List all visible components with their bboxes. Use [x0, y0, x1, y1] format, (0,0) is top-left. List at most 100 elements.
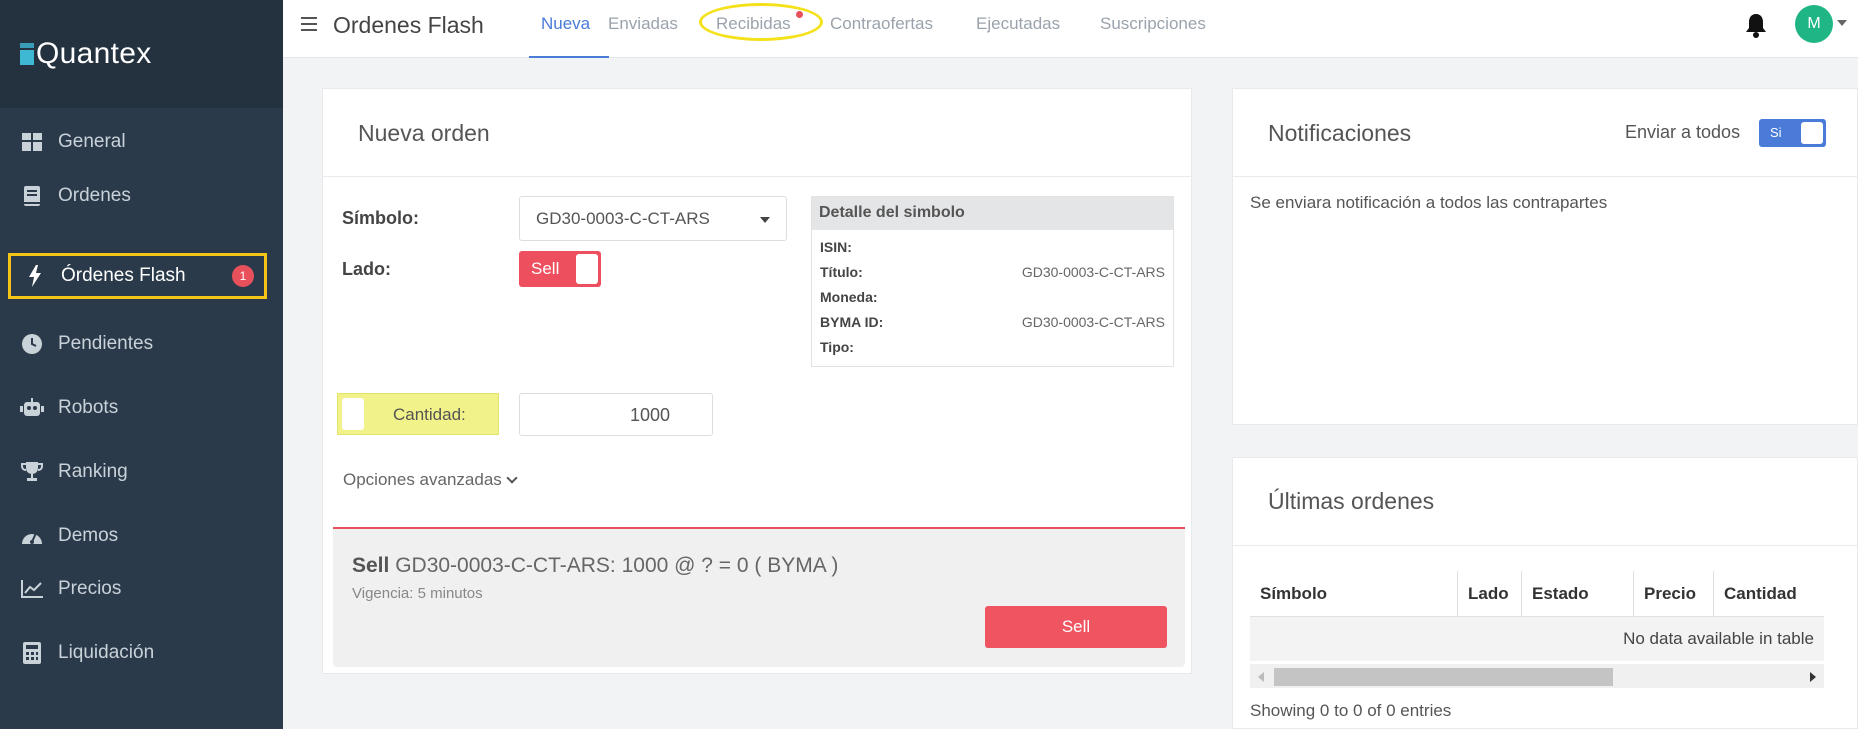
- column-header-cantidad[interactable]: Cantidad: [1714, 571, 1824, 617]
- tab-contraofertas[interactable]: Contraofertas: [830, 14, 933, 58]
- tab-recibidas[interactable]: Recibidas: [716, 14, 791, 58]
- vigencia-text: Vigencia: 5 minutos: [352, 585, 483, 602]
- card-title: Nueva orden: [358, 120, 490, 146]
- sidebar-item-demos[interactable]: Demos: [0, 510, 283, 562]
- column-header-precio[interactable]: Precio: [1634, 571, 1714, 617]
- detail-row: BYMA ID: GD30-0003-C-CT-ARS: [820, 314, 1165, 336]
- ultimas-ordenes-table: Símbolo Lado Estado Precio Cantidad No d…: [1250, 571, 1824, 661]
- sidebar-item-pendientes[interactable]: Pendientes: [0, 318, 283, 370]
- robot-icon: [20, 396, 44, 420]
- opciones-avanzadas-toggle[interactable]: Opciones avanzadas: [343, 470, 518, 490]
- notification-badge: 1: [232, 265, 254, 287]
- avatar[interactable]: M: [1795, 5, 1833, 43]
- cantidad-toggle[interactable]: Cantidad:: [337, 393, 499, 435]
- simbolo-label: Símbolo:: [342, 208, 419, 228]
- scroll-left-icon[interactable]: [1258, 672, 1264, 682]
- sidebar-item-label: Ranking: [58, 461, 128, 482]
- sidebar-item-general[interactable]: General: [0, 116, 283, 168]
- divider: [1233, 176, 1857, 177]
- detail-key: Tipo:: [820, 339, 854, 355]
- tab-enviadas[interactable]: Enviadas: [608, 14, 678, 58]
- detail-value: GD30-0003-C-CT-ARS: [1021, 264, 1165, 280]
- chevron-down-icon[interactable]: [1837, 20, 1847, 26]
- sidebar: Quantex General Ordenes Órdenes Flash 1 …: [0, 0, 283, 729]
- sidebar-item-label: Precios: [58, 578, 122, 599]
- notificacion-message: Se enviara notificación a todos las cont…: [1250, 193, 1608, 212]
- detail-row: Título: GD30-0003-C-CT-ARS: [820, 264, 1165, 286]
- column-header-estado[interactable]: Estado: [1522, 571, 1634, 617]
- book-icon: [20, 184, 44, 208]
- tab-nueva[interactable]: Nueva: [529, 14, 609, 58]
- summary-detail: GD30-0003-C-CT-ARS: 1000 @ ? = 0 ( BYMA …: [389, 554, 839, 577]
- empty-table-message: No data available in table: [1250, 617, 1824, 661]
- sidebar-item-robots[interactable]: Robots: [0, 382, 283, 434]
- sidebar-item-ordenes-flash[interactable]: Órdenes Flash 1: [8, 253, 267, 299]
- detail-row: Tipo:: [820, 339, 1165, 361]
- tab-ejecutadas[interactable]: Ejecutadas: [976, 14, 1060, 58]
- scroll-thumb[interactable]: [1274, 668, 1613, 686]
- opciones-label: Opciones avanzadas: [343, 470, 502, 489]
- detail-key: Título:: [820, 264, 863, 280]
- logo-icon: [20, 43, 34, 65]
- column-header-lado[interactable]: Lado: [1458, 571, 1522, 617]
- page-title: Ordenes Flash: [333, 12, 484, 38]
- sidebar-item-label: Ordenes: [58, 185, 131, 206]
- detail-key: ISIN:: [820, 239, 852, 255]
- enviar-a-todos-label: Enviar a todos: [1625, 122, 1741, 142]
- brand-name: Quantex: [36, 37, 152, 70]
- sidebar-item-precios[interactable]: Precios: [0, 563, 283, 615]
- summary-side: Sell: [352, 554, 390, 577]
- sidebar-item-liquidacion[interactable]: Liquidación: [0, 627, 283, 679]
- card-title: Notificaciones: [1268, 120, 1412, 146]
- detalle-simbolo-panel: Detalle del simbolo ISIN: Título: GD30-0…: [811, 196, 1174, 367]
- scroll-right-icon[interactable]: [1810, 672, 1816, 682]
- enviar-a-todos-toggle[interactable]: Si: [1759, 119, 1826, 147]
- chevron-down-icon: [506, 472, 518, 484]
- column-header-simbolo[interactable]: Símbolo: [1250, 571, 1458, 617]
- sidebar-item-label: Pendientes: [58, 333, 154, 354]
- trophy-icon: [20, 460, 44, 484]
- dashboard-icon: [20, 130, 44, 154]
- brand-logo[interactable]: Quantex: [0, 0, 283, 108]
- clock-icon: [20, 332, 44, 356]
- chart-line-icon: [20, 577, 44, 601]
- cantidad-input[interactable]: 1000: [519, 393, 713, 436]
- detail-key: Moneda:: [820, 289, 878, 305]
- simbolo-select[interactable]: GD30-0003-C-CT-ARS: [519, 196, 787, 241]
- sidebar-item-label: Demos: [58, 525, 119, 546]
- detail-value: GD30-0003-C-CT-ARS: [1021, 314, 1165, 330]
- lado-value: Sell: [531, 259, 560, 278]
- chevron-down-icon: [760, 217, 770, 223]
- toggle-value: Si: [1770, 125, 1782, 140]
- summary-text: Sell GD30-0003-C-CT-ARS: 1000 @ ? = 0 ( …: [352, 554, 838, 578]
- divider: [323, 176, 1191, 177]
- detail-key: BYMA ID:: [820, 314, 884, 330]
- sidebar-item-ranking[interactable]: Ranking: [0, 446, 283, 498]
- tab-suscripciones[interactable]: Suscripciones: [1100, 14, 1206, 58]
- tab-notification-dot: [796, 11, 803, 18]
- top-bar: Ordenes Flash Nueva Enviadas Recibidas C…: [283, 0, 1858, 58]
- sell-button[interactable]: Sell: [985, 606, 1167, 648]
- sidebar-item-ordenes[interactable]: Ordenes: [0, 170, 283, 222]
- sidebar-item-label: Liquidación: [58, 642, 155, 663]
- detalle-title: Detalle del simbolo: [812, 197, 1173, 230]
- sidebar-item-label: Órdenes Flash: [61, 265, 186, 286]
- sidebar-item-label: Robots: [58, 397, 119, 418]
- detail-row: Moneda:: [820, 289, 1165, 311]
- menu-icon[interactable]: [301, 17, 317, 31]
- divider: [1233, 545, 1857, 546]
- detail-row: ISIN:: [820, 239, 1165, 261]
- card-title: Últimas ordenes: [1268, 488, 1435, 514]
- order-summary: Sell GD30-0003-C-CT-ARS: 1000 @ ? = 0 ( …: [333, 527, 1185, 667]
- horizontal-scrollbar[interactable]: [1250, 664, 1824, 688]
- lado-label: Lado:: [342, 259, 391, 279]
- cantidad-label: Cantidad:: [393, 405, 466, 424]
- lado-toggle[interactable]: Sell: [519, 251, 601, 287]
- toggle-knob: [342, 398, 364, 430]
- bell-icon[interactable]: [1744, 12, 1768, 38]
- sidebar-item-label: General: [58, 131, 126, 152]
- gauge-icon: [20, 524, 44, 548]
- table-info: Showing 0 to 0 of 0 entries: [1250, 701, 1452, 720]
- toggle-knob: [1801, 122, 1823, 144]
- toggle-knob: [576, 254, 598, 284]
